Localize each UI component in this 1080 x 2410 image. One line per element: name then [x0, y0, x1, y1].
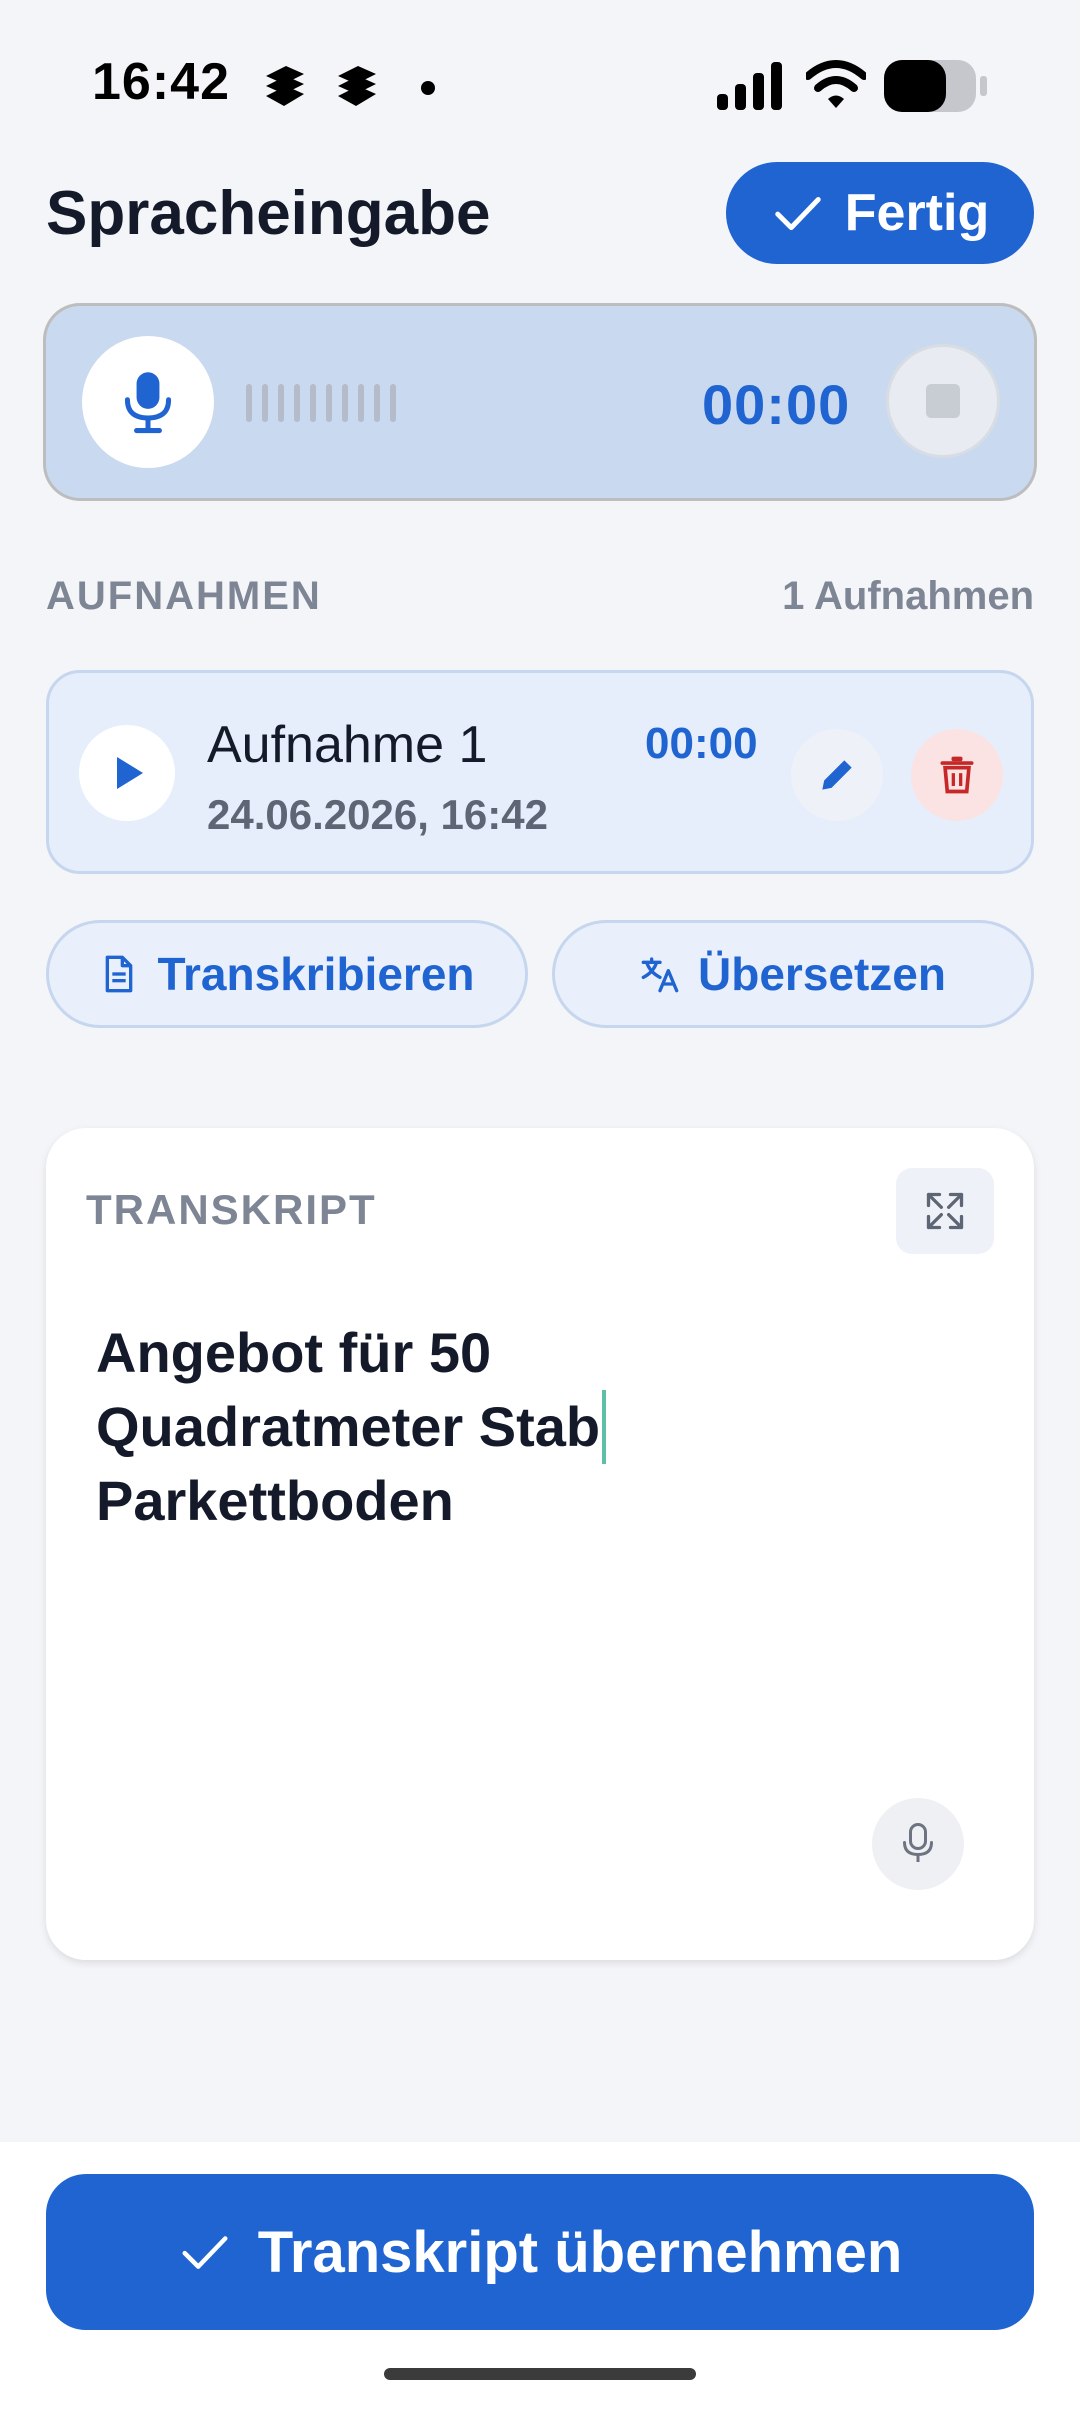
- recordings-count: 1 Aufnahmen: [782, 574, 1034, 618]
- page-title: Spracheingabe: [46, 179, 491, 248]
- transcript-line: Quadratmeter Stab: [96, 1390, 656, 1464]
- done-button[interactable]: Fertig: [726, 162, 1034, 264]
- transcribe-button-label: Transkribieren: [157, 948, 475, 1000]
- translate-button[interactable]: Übersetzen: [552, 920, 1034, 1028]
- status-time: 16:42: [92, 53, 230, 111]
- transcript-textarea[interactable]: Angebot für 50 Quadratmeter Stab Parkett…: [96, 1316, 656, 1538]
- transcript-label: TRANSKRIPT: [86, 1186, 377, 1233]
- recorder-timer: 00:00: [702, 373, 851, 436]
- edit-recording-button[interactable]: [791, 729, 883, 821]
- wifi-icon: [806, 60, 866, 108]
- apply-transcript-label: Transkript übernehmen: [257, 2219, 903, 2285]
- notification-app-icon: [338, 66, 376, 106]
- done-button-label: Fertig: [844, 184, 990, 242]
- recording-item: Aufnahme 1 24.06.2026, 16:42 00:00: [46, 670, 1034, 874]
- expand-button[interactable]: [896, 1168, 994, 1254]
- home-indicator[interactable]: [384, 2368, 696, 2380]
- expand-icon: [926, 1192, 964, 1230]
- voice-input-screen: 16:42 Spracheingabe Fertig 00:00 AUFNAHM…: [0, 0, 1080, 2410]
- waveform: [246, 384, 396, 422]
- recording-date: 24.06.2026, 16:42: [207, 791, 548, 838]
- signal-icon: [717, 62, 782, 110]
- recording-duration: 00:00: [645, 719, 758, 768]
- play-button[interactable]: [79, 725, 175, 821]
- pencil-icon: [822, 760, 852, 790]
- stop-icon: [926, 384, 960, 418]
- transcript-card: TRANSKRIPT Angebot für 50 Quadratmeter S…: [46, 1128, 1034, 1960]
- trash-icon: [940, 756, 974, 794]
- translate-button-label: Übersetzen: [698, 948, 946, 1000]
- check-icon: [775, 197, 821, 231]
- recordings-section-label: AUFNAHMEN: [46, 574, 322, 618]
- transcribe-button[interactable]: Transkribieren: [46, 920, 528, 1028]
- delete-recording-button[interactable]: [911, 729, 1003, 821]
- record-button[interactable]: [82, 336, 214, 468]
- translate-icon: [641, 957, 679, 993]
- recorder-panel: 00:00: [46, 306, 1034, 498]
- play-icon: [117, 757, 143, 789]
- document-icon: [106, 955, 133, 993]
- transcript-line: Parkettboden: [96, 1469, 454, 1532]
- stop-button[interactable]: [886, 344, 1000, 458]
- microphone-icon: [903, 1823, 933, 1862]
- recording-name: Aufnahme 1: [207, 716, 488, 774]
- battery-icon: [884, 60, 987, 112]
- notification-app-icon: [266, 66, 304, 106]
- apply-transcript-button[interactable]: Transkript übernehmen: [46, 2174, 1034, 2330]
- dictate-button[interactable]: [872, 1798, 964, 1890]
- transcript-line: Angebot für 50: [96, 1321, 492, 1384]
- text-caret: [602, 1390, 607, 1464]
- status-bar: 16:42: [0, 0, 1080, 160]
- microphone-icon: [124, 372, 172, 434]
- check-icon: [182, 2236, 228, 2269]
- dot-icon: [421, 81, 435, 95]
